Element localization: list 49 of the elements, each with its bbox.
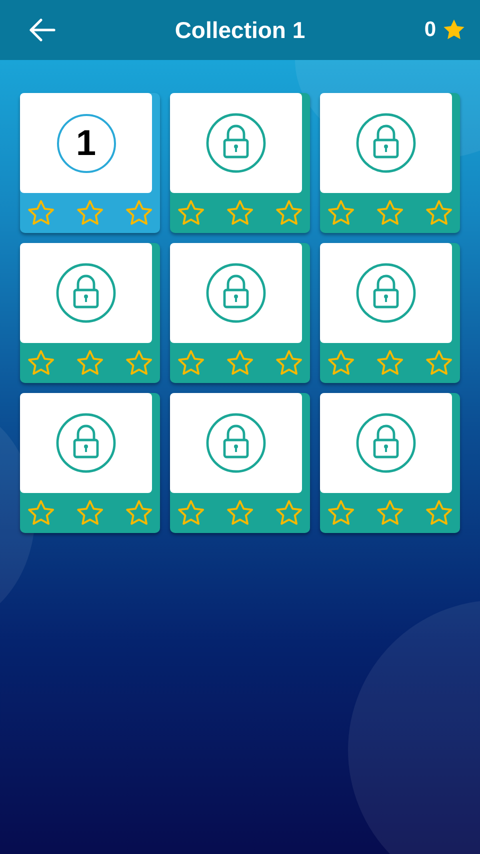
star-outline-icon [225,348,255,378]
screen-title: Collection 1 [174,16,306,44]
back-arrow-icon[interactable] [28,18,56,42]
padlock-icon [206,263,266,323]
level-card[interactable] [170,243,302,343]
level-card[interactable] [20,243,152,343]
padlock-icon [356,113,416,173]
padlock-icon [56,413,116,473]
star-outline-icon [225,498,255,528]
level-card[interactable] [320,393,452,493]
star-outline-icon [274,198,304,228]
star-outline-icon [274,498,304,528]
level-card[interactable] [170,393,302,493]
star-outline-icon [26,498,56,528]
star-outline-icon [26,348,56,378]
star-outline-icon [124,348,154,378]
level-card[interactable] [320,93,452,193]
level-card[interactable] [320,243,452,343]
padlock-icon [356,263,416,323]
star-outline-icon [375,498,405,528]
star-outline-icon [375,348,405,378]
star-count: 0 [424,18,436,42]
level-card[interactable]: 1 [20,93,152,193]
star-outline-icon [424,498,454,528]
padlock-icon [206,113,266,173]
level-card[interactable] [170,93,302,193]
star-outline-icon [176,348,206,378]
star-outline-icon [26,198,56,228]
star-outline-icon [424,348,454,378]
star-outline-icon [225,198,255,228]
star-icon [442,18,466,42]
star-outline-icon [326,348,356,378]
star-outline-icon [124,498,154,528]
star-outline-icon [326,198,356,228]
level-card[interactable] [20,393,152,493]
star-outline-icon [75,348,105,378]
star-outline-icon [424,198,454,228]
star-outline-icon [176,498,206,528]
padlock-icon [206,413,266,473]
star-outline-icon [375,198,405,228]
star-outline-icon [124,198,154,228]
star-outline-icon [274,348,304,378]
star-outline-icon [326,498,356,528]
star-outline-icon [75,498,105,528]
padlock-icon [356,413,416,473]
star-outline-icon [176,198,206,228]
star-outline-icon [75,198,105,228]
padlock-icon [56,263,116,323]
level-number: 1 [56,114,116,172]
